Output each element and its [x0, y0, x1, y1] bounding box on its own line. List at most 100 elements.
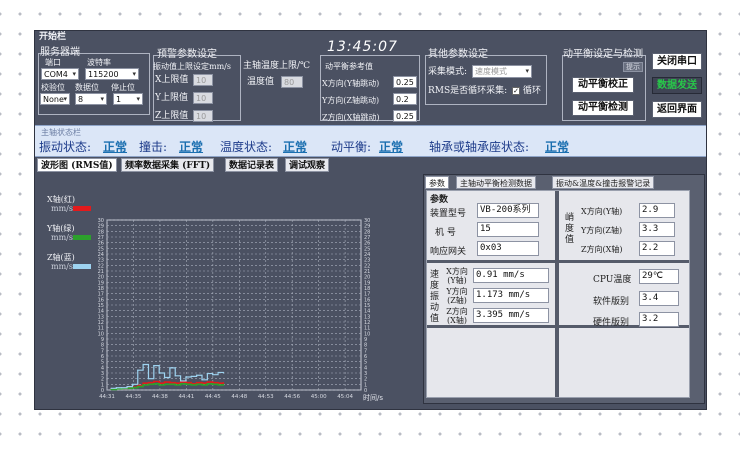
tab-waveform[interactable]: 波形图 (RMS值) [37, 158, 117, 172]
y-tick-label: 16 [98, 297, 104, 303]
cpu-temp-field[interactable]: 29℃ [639, 269, 679, 284]
peak-label: 峭度值 [565, 213, 575, 245]
data-point [137, 386, 139, 388]
port-select[interactable]: COM4 ▾ [41, 68, 79, 80]
balance-ref-caption: 动平衡参考值 [325, 62, 373, 71]
data-point [201, 379, 203, 381]
hw-version-label: 硬件版别 [593, 318, 630, 328]
x-tick-label: 45:00 [311, 394, 327, 400]
y-tick-label: 1 [101, 382, 104, 388]
temp-limit-input[interactable]: 80 [281, 76, 303, 88]
balance-group-title: 动平衡设定与检测 [563, 49, 643, 60]
peak-x-label: X方向(Y轴) [581, 207, 623, 216]
y-tick-label-right: 3 [364, 371, 367, 377]
balance-x-label: X方向(Y轴跳动) [322, 79, 380, 88]
data-point [179, 381, 182, 383]
y-limit-input[interactable]: 10 [193, 92, 213, 104]
balance-y-input[interactable]: 0.2 [393, 93, 417, 105]
rms-loop-checkbox[interactable]: ✓ [512, 87, 520, 95]
x-limit-input[interactable]: 10 [193, 74, 213, 86]
data-point [179, 380, 182, 382]
peak-z-field[interactable]: 2.2 [639, 241, 675, 256]
balance-x-input[interactable]: 0.25 [393, 76, 417, 88]
y-tick-label-right: 4 [364, 365, 367, 371]
gateway-field[interactable]: 0x03 [477, 241, 539, 256]
rtab-params[interactable]: 参数 [425, 176, 449, 189]
hw-version-field[interactable]: 3.2 [639, 312, 679, 327]
rtab-balance-data[interactable]: 主轴动平衡检测数据 [456, 176, 536, 189]
send-data-button[interactable]: 数据发送 [652, 77, 702, 94]
y-tick-label-right: 7 [364, 348, 367, 354]
data-point [131, 387, 134, 389]
y-tick-label-right: 25 [364, 246, 370, 252]
waveform-chart: 0 01 12 23 34 45 56 67 78 89 910 1011 1112 1213 1314 14… [98, 218, 384, 402]
y-tick-label: 15 [98, 303, 104, 309]
balance-detect-button[interactable]: 动平衡检测 [572, 100, 634, 116]
y-tick-label: 29 [98, 224, 104, 230]
data-point [179, 383, 182, 385]
tab-fft[interactable]: 频率数据采集 (FFT) [121, 158, 215, 172]
model-field[interactable]: VB-200系列 [477, 203, 539, 218]
balance-calibrate-button[interactable]: 动平衡校正 [572, 77, 634, 93]
data-point [217, 371, 219, 374]
data-point [185, 376, 187, 378]
chevron-down-icon: ▾ [100, 95, 104, 103]
temp-status-value: 正常 [283, 140, 308, 154]
vy-label: Y方向(Z轴) [446, 287, 468, 305]
tab-debug[interactable]: 调试观察 [285, 158, 330, 172]
temp-status-label: 温度状态: [220, 140, 273, 154]
y-tick-label: 12 [98, 320, 104, 326]
balance-z-input[interactable]: 0.25 [393, 110, 417, 122]
rtab-alarm-log[interactable]: 振动&温度&撞击报警记录 [552, 176, 655, 189]
y-tick-label-right: 27 [364, 235, 370, 241]
data-point [206, 381, 208, 383]
balance-status-value: 正常 [379, 140, 404, 154]
peak-y-field[interactable]: 3.3 [639, 222, 675, 237]
y-tick-label-right: 9 [364, 337, 367, 343]
data-point [110, 387, 112, 389]
vz-field[interactable]: 3.395 mm/s [473, 308, 549, 323]
data-point [206, 383, 208, 385]
mode-select[interactable]: 速度模式 ▾ [472, 65, 532, 78]
back-button[interactable]: 返回界面 [652, 101, 702, 118]
vx-field[interactable]: 0.91 mm/s [473, 268, 549, 283]
check-label: 校验位 [41, 83, 65, 92]
loop-label: 循环 [523, 86, 542, 96]
y-tick-label: 27 [98, 235, 104, 241]
databits-select[interactable]: 8 ▾ [75, 93, 107, 105]
hint-button[interactable]: 提示 [623, 62, 643, 72]
data-point [142, 363, 144, 366]
y-tick-label-right: 11 [364, 326, 370, 332]
data-point [196, 374, 198, 376]
peak-x-field[interactable]: 2.9 [639, 203, 675, 218]
databits-label: 数据位 [75, 83, 99, 92]
x-tick-label: 44:38 [152, 394, 168, 400]
data-point [147, 382, 150, 384]
data-point [142, 382, 144, 384]
x-axis-label: 时间/s [363, 393, 383, 402]
stopbits-select[interactable]: 1 ▾ [113, 93, 143, 105]
y-tick-label: 30 [98, 218, 104, 224]
balance-z-label: Z方向(X轴跳动) [322, 113, 380, 122]
y-tick-label-right: 10 [364, 331, 370, 337]
window-title: 开始栏 [39, 32, 67, 42]
data-point [190, 384, 192, 386]
x-tick-label: 44:45 [205, 394, 221, 400]
baud-select[interactable]: 115200 ▾ [85, 68, 139, 80]
vy-field[interactable]: 1.173 mm/s [473, 288, 549, 303]
y-tick-label-right: 17 [364, 292, 370, 298]
y-tick-label: 5 [101, 360, 104, 366]
section-divider-left [427, 260, 555, 263]
z-limit-input[interactable]: 10 [193, 110, 213, 122]
y-tick-label: 9 [101, 337, 104, 343]
check-select[interactable]: None ▾ [40, 93, 70, 105]
params-body: 参数 装置型号 VB-200系列 机 号 15 响应网关 0x03 峭度值 X方… [426, 190, 690, 398]
close-port-button[interactable]: 关闭串口 [652, 53, 702, 70]
data-point [115, 387, 117, 389]
machine-field[interactable]: 15 [477, 222, 539, 237]
data-point [153, 365, 155, 367]
model-label: 装置型号 [430, 209, 467, 219]
tab-records[interactable]: 数据记录表 [225, 158, 279, 172]
x-tick-label: 44:53 [258, 394, 274, 400]
sw-version-field[interactable]: 3.4 [639, 291, 679, 306]
